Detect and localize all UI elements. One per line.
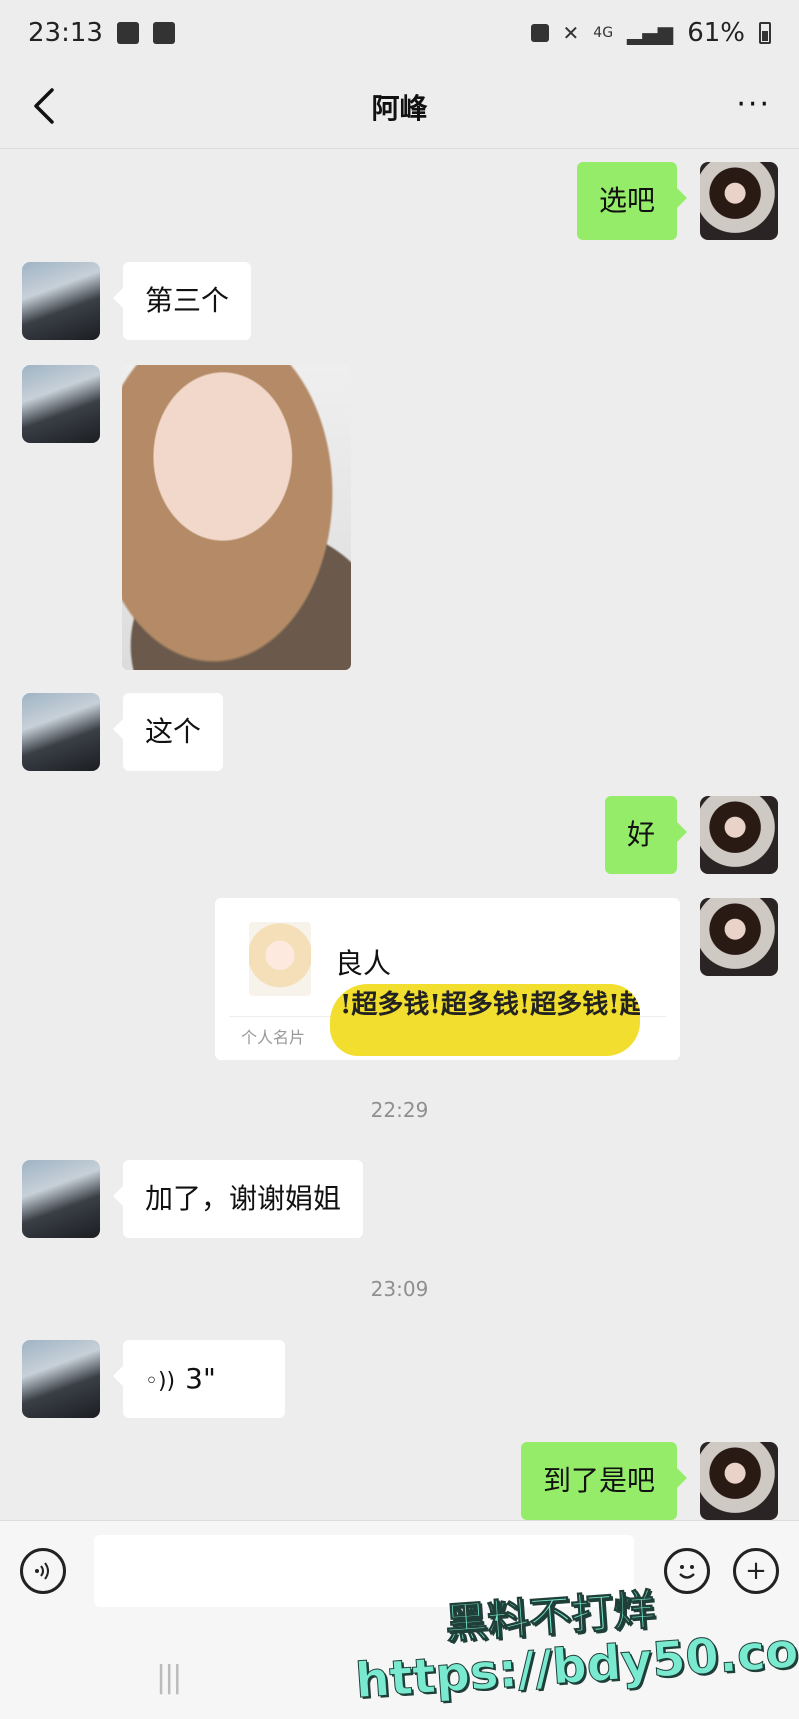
friend-avatar[interactable] xyxy=(22,365,100,443)
friend-avatar[interactable] xyxy=(22,693,100,771)
lock-icon xyxy=(530,24,549,42)
outgoing-message[interactable]: 选吧 xyxy=(576,162,688,240)
chat-title: 阿峰 xyxy=(371,92,428,125)
money-sticker: !超多钱!超多钱!超多钱!超多钱!超多钱! xyxy=(330,984,640,1056)
chat-header: 阿峰 ··· xyxy=(0,66,799,148)
signal-icon: ▂▄▆ xyxy=(627,21,674,45)
message-timestamp: 23:09 xyxy=(370,1277,429,1301)
chevron-left-icon[interactable] xyxy=(26,84,66,128)
status-left: 23:13 xyxy=(28,18,175,48)
incoming-message[interactable]: 加了，谢谢娟姐 xyxy=(112,1160,364,1238)
outgoing-message[interactable]: 到了是吧 xyxy=(520,1442,688,1520)
emoji-icon[interactable] xyxy=(664,1548,710,1594)
mute-icon: ✕ xyxy=(562,21,580,45)
voice-message[interactable]: ◦)) 3" xyxy=(113,1340,285,1418)
contact-card-message[interactable]: 良人 个人名片 !超多钱!超多钱!超多钱!超多钱!超多钱! xyxy=(215,898,680,1060)
status-time: 23:13 xyxy=(28,18,103,48)
gallery-notification-icon xyxy=(116,22,139,44)
voice-wave-icon: ◦)) xyxy=(145,1369,176,1394)
recent-apps-icon[interactable]: ||| xyxy=(156,1660,182,1695)
message-timestamp: 22:29 xyxy=(370,1098,429,1122)
battery-icon xyxy=(759,22,771,44)
friend-avatar[interactable] xyxy=(22,262,100,340)
battery-percent: 61% xyxy=(687,18,745,48)
friend-avatar[interactable] xyxy=(22,1160,100,1238)
incoming-message[interactable]: 第三个 xyxy=(112,262,252,340)
contact-card-label: 个人名片 xyxy=(241,1028,306,1047)
contact-name: 良人 xyxy=(335,947,392,980)
plus-label: + xyxy=(745,1556,767,1586)
my-avatar[interactable] xyxy=(700,898,778,976)
more-options-button[interactable]: ··· xyxy=(736,90,771,120)
outgoing-message[interactable]: 好 xyxy=(604,796,688,874)
status-right: ✕ 4G ▂▄▆ 61% xyxy=(530,18,771,48)
plus-icon[interactable]: + xyxy=(733,1548,779,1594)
network-type: 4G xyxy=(593,25,614,41)
status-bar: 23:13 ✕ 4G ▂▄▆ 61% xyxy=(0,0,799,66)
my-avatar[interactable] xyxy=(700,162,778,240)
incoming-message[interactable]: 这个 xyxy=(112,693,224,771)
check-notification-icon xyxy=(152,22,175,44)
voice-icon[interactable] xyxy=(20,1548,66,1594)
input-bar: + xyxy=(0,1520,799,1621)
image-message[interactable] xyxy=(122,365,351,670)
my-avatar[interactable] xyxy=(700,796,778,874)
smile-face-icon xyxy=(679,1565,695,1579)
my-avatar[interactable] xyxy=(700,1442,778,1520)
voice-wave-icon xyxy=(35,1562,49,1580)
friend-avatar[interactable] xyxy=(22,1340,100,1418)
contact-avatar xyxy=(249,922,311,996)
header-divider xyxy=(0,148,799,149)
voice-duration: 3" xyxy=(185,1362,216,1395)
